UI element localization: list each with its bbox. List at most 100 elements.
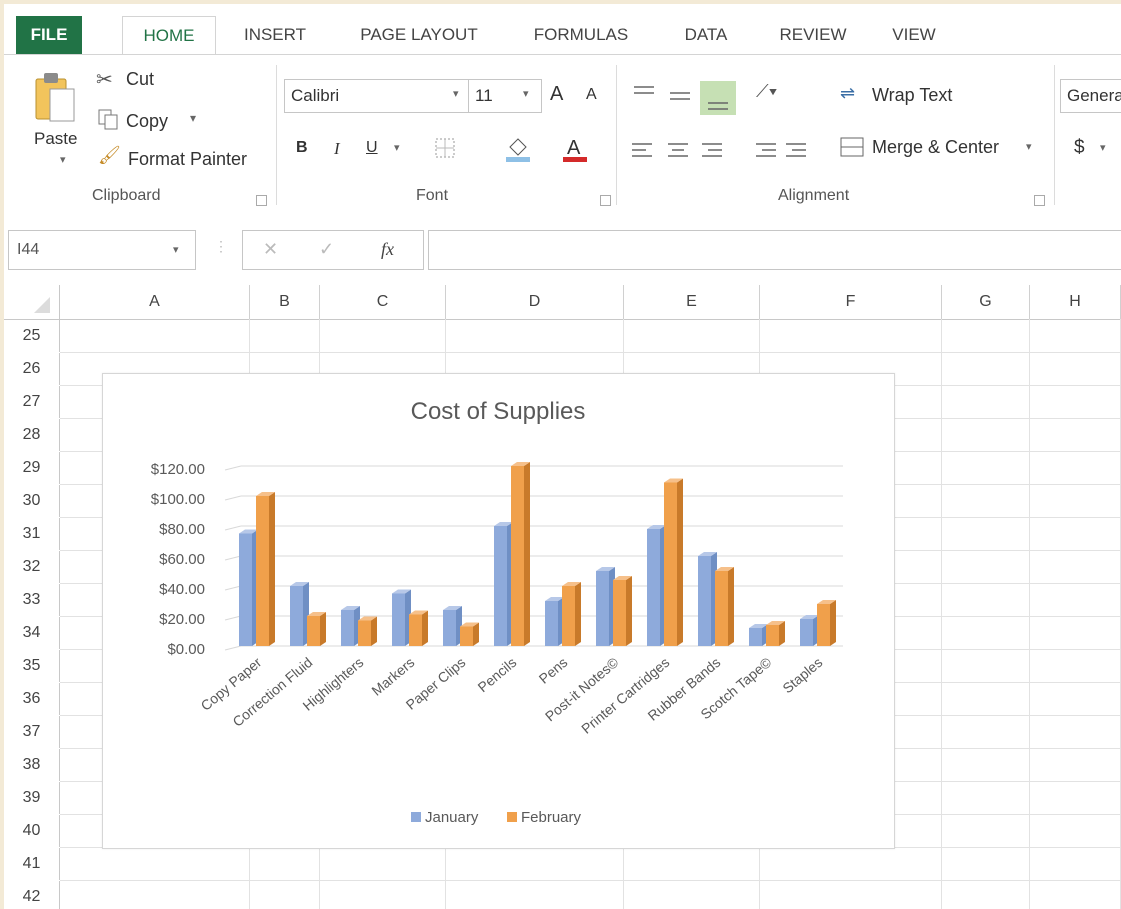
tab-view[interactable]: VIEW [878, 16, 950, 54]
bar-front [664, 482, 677, 646]
enter-icon[interactable]: ✓ [319, 239, 334, 260]
row-header-41[interactable]: 41 [4, 848, 60, 880]
row-header-39[interactable]: 39 [4, 782, 60, 814]
shrink-font-button[interactable]: A [586, 86, 597, 104]
row-header-33[interactable]: 33 [4, 584, 60, 616]
x-tick-label: Staples [779, 654, 825, 696]
bar-february-1[interactable] [307, 612, 326, 646]
row-header-37[interactable]: 37 [4, 716, 60, 748]
paste-dropdown-icon[interactable]: ▾ [60, 153, 66, 166]
italic-button[interactable]: I [334, 139, 340, 159]
select-all-corner[interactable] [4, 285, 60, 320]
tab-home[interactable]: HOME [122, 16, 216, 56]
bar-january-9[interactable] [698, 552, 717, 646]
font-name-select[interactable]: Calibri ▾ [284, 79, 472, 113]
row-header-35[interactable]: 35 [4, 650, 60, 682]
row-header-30[interactable]: 30 [4, 485, 60, 517]
row-header-32[interactable]: 32 [4, 551, 60, 583]
column-header-a[interactable]: A [60, 285, 250, 320]
bar-january-6[interactable] [545, 597, 564, 646]
alignment-launcher-icon[interactable] [1034, 195, 1045, 206]
bar-january-11[interactable] [800, 615, 819, 646]
currency-button[interactable]: $ [1074, 137, 1085, 159]
formula-input[interactable] [428, 230, 1121, 270]
bar-january-10[interactable] [749, 624, 768, 646]
row-header-25[interactable]: 25 [4, 320, 60, 352]
bar-february-0[interactable] [256, 492, 275, 646]
underline-button[interactable]: U [366, 139, 378, 157]
bar-february-4[interactable] [460, 622, 479, 647]
bar-february-11[interactable] [817, 600, 836, 646]
row-header-29[interactable]: 29 [4, 452, 60, 484]
formula-buttons: ✕ ✓ fx [242, 230, 424, 270]
format-painter-button[interactable]: 🖌 Format Painter [96, 145, 266, 171]
row-header-27[interactable]: 27 [4, 386, 60, 418]
cut-button[interactable]: ✂ Cut [96, 67, 186, 93]
bar-february-10[interactable] [766, 621, 785, 646]
chart[interactable]: Cost of Supplies $0.00 $20.00 $40.00 $60.00 $… [102, 373, 895, 849]
bar-january-8[interactable] [647, 525, 666, 646]
insert-function-button[interactable]: fx [381, 239, 394, 260]
divider [276, 65, 277, 205]
column-header-e[interactable]: E [624, 285, 760, 320]
bar-january-0[interactable] [239, 529, 258, 647]
tab-page-layout[interactable]: PAGE LAYOUT [344, 16, 494, 54]
row-header-38[interactable]: 38 [4, 749, 60, 781]
chevron-down-icon[interactable]: ▾ [1100, 141, 1106, 154]
bar-january-4[interactable] [443, 606, 462, 646]
underline-dropdown-icon[interactable]: ▾ [394, 141, 400, 154]
gridline [1029, 319, 1030, 909]
row-header-28[interactable]: 28 [4, 419, 60, 451]
bar-february-9[interactable] [715, 567, 734, 646]
paste-button[interactable]: Paste ▾ [14, 63, 78, 181]
font-size-select[interactable]: 11 ▾ [468, 79, 542, 113]
bar-january-7[interactable] [596, 567, 615, 646]
font-size-value: 11 [475, 86, 493, 105]
bold-button[interactable]: B [296, 139, 308, 157]
fill-color-icon[interactable] [504, 133, 532, 163]
bar-january-3[interactable] [392, 589, 411, 647]
bar-february-8[interactable] [664, 478, 683, 647]
column-header-f[interactable]: F [760, 285, 942, 320]
number-format-select[interactable]: Genera [1060, 79, 1121, 113]
name-box[interactable]: I44 ▾ [8, 230, 196, 270]
x-tick-label: Pencils [475, 654, 520, 695]
bar-february-2[interactable] [358, 616, 377, 647]
column-header-c[interactable]: C [320, 285, 446, 320]
row-header-31[interactable]: 31 [4, 518, 60, 550]
tab-formulas[interactable]: FORMULAS [518, 16, 644, 54]
wrap-text-button[interactable]: ⇌ Wrap Text [840, 83, 980, 109]
column-header-b[interactable]: B [250, 285, 320, 320]
font-launcher-icon[interactable] [600, 195, 611, 206]
tab-data[interactable]: DATA [668, 16, 744, 54]
bar-january-2[interactable] [341, 606, 360, 646]
bar-february-3[interactable] [409, 610, 428, 647]
column-header-d[interactable]: D [446, 285, 624, 320]
borders-icon[interactable] [434, 137, 456, 159]
tab-review[interactable]: REVIEW [766, 16, 860, 54]
bar-february-7[interactable] [613, 576, 632, 646]
merge-center-button[interactable]: Merge & Center ▾ [840, 135, 1046, 161]
row-header-34[interactable]: 34 [4, 617, 60, 649]
bar-february-5[interactable] [511, 462, 530, 646]
bar-january-1[interactable] [290, 582, 309, 646]
copy-dropdown-icon[interactable]: ▾ [190, 111, 196, 125]
grow-font-button[interactable]: A [550, 83, 563, 106]
font-color-icon[interactable]: A [562, 133, 588, 163]
column-header-h[interactable]: H [1030, 285, 1121, 320]
row-header-36[interactable]: 36 [4, 683, 60, 715]
horizontal-alignment-icons[interactable] [630, 139, 810, 163]
clipboard-launcher-icon[interactable] [256, 195, 267, 206]
bar-february-6[interactable] [562, 582, 581, 646]
tab-file[interactable]: FILE [16, 16, 82, 54]
tab-insert[interactable]: INSERT [234, 16, 316, 54]
bar-january-5[interactable] [494, 522, 513, 646]
row-header-40[interactable]: 40 [4, 815, 60, 847]
row-header-26[interactable]: 26 [4, 353, 60, 385]
copy-button[interactable]: Copy ▾ [96, 107, 216, 133]
vertical-alignment-icons[interactable] [630, 81, 740, 115]
row-header-42[interactable]: 42 [4, 881, 60, 909]
cancel-icon[interactable]: ✕ [263, 239, 278, 260]
column-header-g[interactable]: G [942, 285, 1030, 320]
orientation-icon[interactable]: ⟋▾ [756, 81, 777, 102]
